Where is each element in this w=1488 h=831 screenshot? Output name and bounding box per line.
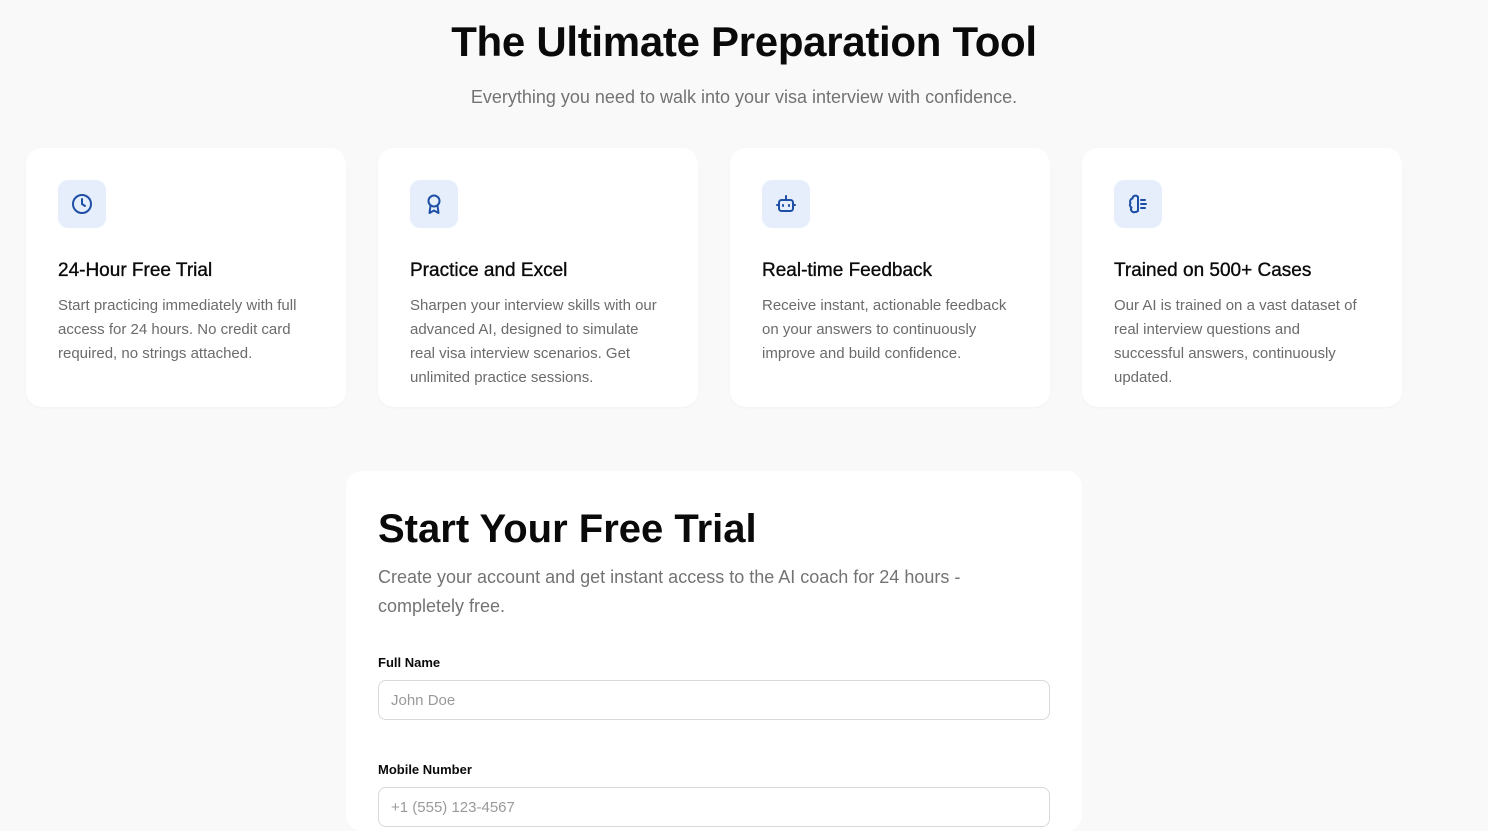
bot-icon — [762, 180, 810, 228]
clock-icon — [58, 180, 106, 228]
feature-title: Real-time Feedback — [762, 260, 933, 281]
feature-card-free-trial: 24-Hour Free Trial Start practicing imme… — [26, 148, 346, 407]
signup-subtitle: Create your account and get instant acce… — [378, 567, 961, 616]
full-name-field: Full Name — [378, 655, 1050, 720]
feature-title: 24-Hour Free Trial — [58, 260, 213, 281]
feature-card-trained: Trained on 500+ Cases Our AI is trained … — [1082, 148, 1402, 407]
hero-section: The Ultimate Preparation Tool Everything… — [0, 0, 1488, 108]
feature-title: Practice and Excel — [410, 260, 568, 281]
full-name-label: Full Name — [378, 655, 441, 670]
feature-title: Trained on 500+ Cases — [1114, 260, 1312, 281]
award-icon — [410, 180, 458, 228]
page-subtitle: Everything you need to walk into your vi… — [470, 87, 1018, 107]
mobile-number-input[interactable] — [378, 787, 1050, 827]
feature-description: Our AI is trained on a vast dataset of r… — [1114, 297, 1357, 386]
signup-title: Start Your Free Trial — [378, 507, 757, 551]
signup-form-card: Start Your Free Trial Create your accoun… — [346, 471, 1082, 831]
full-name-input[interactable] — [378, 680, 1050, 720]
mobile-number-field: Mobile Number — [378, 762, 1050, 827]
feature-card-feedback: Real-time Feedback Receive instant, acti… — [730, 148, 1050, 407]
mobile-number-label: Mobile Number — [378, 762, 472, 777]
brain-icon — [1114, 180, 1162, 228]
feature-description: Receive instant, actionable feedback on … — [762, 297, 1007, 362]
page-title: The Ultimate Preparation Tool — [451, 18, 1037, 65]
feature-description: Sharpen your interview skills with our a… — [410, 297, 657, 386]
feature-description: Start practicing immediately with full a… — [58, 297, 297, 362]
features-list: 24-Hour Free Trial Start practicing imme… — [26, 148, 1402, 407]
feature-card-practice: Practice and Excel Sharpen your intervie… — [378, 148, 698, 407]
